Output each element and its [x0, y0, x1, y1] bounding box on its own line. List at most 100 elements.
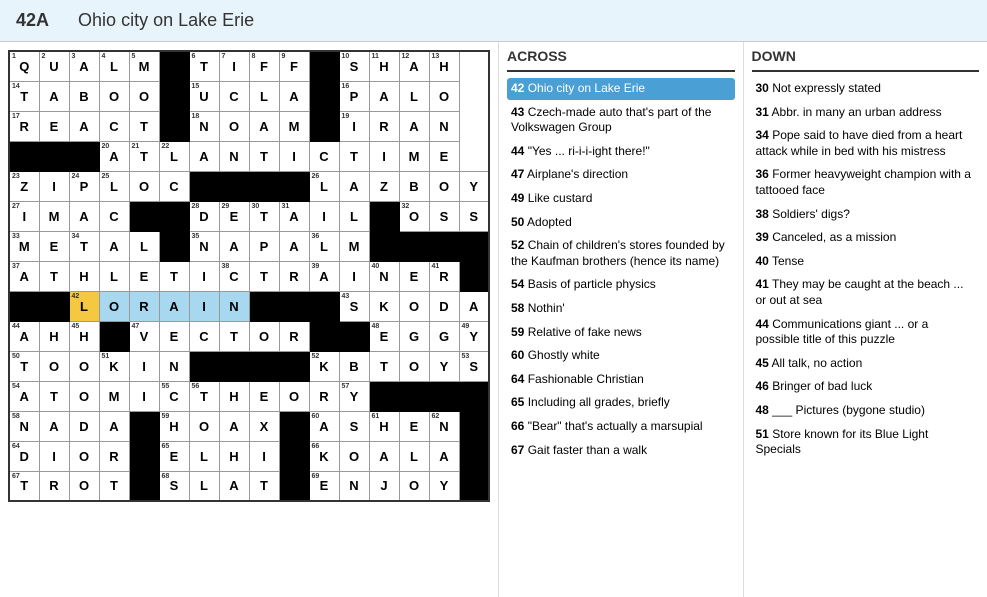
grid-cell[interactable]: E [39, 231, 69, 261]
grid-cell[interactable]: O [39, 351, 69, 381]
grid-cell[interactable] [249, 171, 279, 201]
down-clue-item[interactable]: 38 Soldiers' digs? [752, 204, 980, 226]
grid-cell[interactable] [369, 381, 399, 411]
across-clue-item[interactable]: 44 "Yes ... ri-i-i-ight there!" [507, 141, 735, 163]
grid-cell[interactable] [69, 141, 99, 171]
grid-cell[interactable]: 22L [159, 141, 189, 171]
grid-cell[interactable]: C [309, 141, 339, 171]
grid-cell[interactable]: I [189, 261, 219, 291]
grid-cell[interactable]: O [129, 171, 159, 201]
grid-cell[interactable]: A [399, 111, 429, 141]
grid-cell[interactable]: L [339, 201, 369, 231]
grid-cell[interactable]: 60A [309, 411, 339, 441]
grid-cell[interactable] [459, 381, 489, 411]
grid-cell[interactable]: C [99, 201, 129, 231]
grid-cell[interactable]: 62N [429, 411, 459, 441]
grid-cell[interactable]: A [279, 81, 309, 111]
across-clue-item[interactable]: 64 Fashionable Christian [507, 369, 735, 391]
grid-cell[interactable]: O [129, 81, 159, 111]
grid-cell[interactable]: Z [369, 171, 399, 201]
grid-cell[interactable]: 44A [9, 321, 39, 351]
grid-cell[interactable]: O [69, 351, 99, 381]
grid-cell[interactable] [339, 321, 369, 351]
grid-cell[interactable] [309, 51, 339, 81]
down-clue-item[interactable]: 45 All talk, no action [752, 353, 980, 375]
grid-cell[interactable]: 27I [9, 201, 39, 231]
grid-cell[interactable]: A [69, 201, 99, 231]
grid-cell[interactable]: M [339, 231, 369, 261]
grid-cell[interactable]: Y [459, 171, 489, 201]
grid-cell[interactable]: C [159, 171, 189, 201]
grid-cell[interactable]: S [339, 411, 369, 441]
grid-cell[interactable]: 29E [219, 201, 249, 231]
grid-cell[interactable]: O [339, 441, 369, 471]
grid-cell[interactable] [249, 351, 279, 381]
across-clue-item[interactable]: 66 "Bear" that's actually a marsupial [507, 416, 735, 438]
grid-cell[interactable]: S [429, 201, 459, 231]
grid-cell[interactable]: 49Y [459, 321, 489, 351]
grid-cell[interactable] [129, 441, 159, 471]
grid-cell[interactable]: H [219, 381, 249, 411]
grid-cell[interactable] [309, 81, 339, 111]
grid-cell[interactable] [279, 351, 309, 381]
grid-cell[interactable]: O [399, 471, 429, 501]
grid-cell[interactable]: 47V [129, 321, 159, 351]
down-clue-item[interactable]: 48 ___ Pictures (bygone studio) [752, 400, 980, 422]
grid-cell[interactable] [459, 411, 489, 441]
grid-cell[interactable]: 64D [9, 441, 39, 471]
grid-cell[interactable]: T [39, 261, 69, 291]
grid-cell[interactable]: 25L [99, 171, 129, 201]
grid-cell[interactable]: 40N [369, 261, 399, 291]
grid-cell[interactable]: 56T [189, 381, 219, 411]
grid-cell[interactable]: O [219, 111, 249, 141]
grid-cell[interactable]: 7I [219, 51, 249, 81]
grid-cell[interactable] [459, 441, 489, 471]
grid-cell[interactable]: T [129, 111, 159, 141]
grid-cell[interactable]: A [99, 231, 129, 261]
grid-cell[interactable] [129, 201, 159, 231]
grid-cell[interactable] [249, 291, 279, 321]
grid-cell[interactable]: L [129, 231, 159, 261]
grid-cell[interactable]: 2U [39, 51, 69, 81]
down-clue-item[interactable]: 41 They may be caught at the beach ... o… [752, 274, 980, 311]
grid-cell[interactable] [279, 291, 309, 321]
grid-cell[interactable]: T [339, 141, 369, 171]
grid-cell[interactable] [159, 81, 189, 111]
grid-cell[interactable]: 37A [9, 261, 39, 291]
grid-cell[interactable]: M [39, 201, 69, 231]
grid-cell[interactable] [9, 141, 39, 171]
grid-cell[interactable]: S [459, 201, 489, 231]
grid-cell[interactable]: 14T [9, 81, 39, 111]
grid-cell[interactable]: 43S [339, 291, 369, 321]
down-clue-item[interactable]: 40 Tense [752, 251, 980, 273]
across-clue-item[interactable]: 50 Adopted [507, 212, 735, 234]
grid-cell[interactable]: E [39, 111, 69, 141]
grid-cell[interactable] [309, 321, 339, 351]
grid-cell[interactable]: T [159, 261, 189, 291]
grid-cell[interactable]: B [399, 171, 429, 201]
grid-cell[interactable] [459, 231, 489, 261]
grid-cell[interactable]: X [249, 411, 279, 441]
grid-cell[interactable]: I [279, 141, 309, 171]
grid-cell[interactable] [399, 231, 429, 261]
grid-cell[interactable]: O [99, 291, 129, 321]
grid-cell[interactable]: O [399, 291, 429, 321]
grid-cell[interactable]: K [369, 291, 399, 321]
grid-cell[interactable]: I [189, 291, 219, 321]
grid-cell[interactable] [279, 171, 309, 201]
grid-cell[interactable]: 5M [129, 51, 159, 81]
grid-cell[interactable]: A [459, 291, 489, 321]
grid-cell[interactable]: R [99, 441, 129, 471]
grid-cell[interactable]: D [69, 411, 99, 441]
grid-cell[interactable]: T [99, 471, 129, 501]
grid-cell[interactable]: 45H [69, 321, 99, 351]
grid-cell[interactable]: 50T [9, 351, 39, 381]
grid-cell[interactable]: L [399, 81, 429, 111]
across-clue-item[interactable]: 42 Ohio city on Lake Erie [507, 78, 735, 100]
grid-cell[interactable]: N [429, 111, 459, 141]
across-clue-item[interactable]: 59 Relative of fake news [507, 322, 735, 344]
grid-cell[interactable]: 28D [189, 201, 219, 231]
grid-cell[interactable]: 20A [99, 141, 129, 171]
grid-cell[interactable] [159, 201, 189, 231]
grid-cell[interactable]: 68S [159, 471, 189, 501]
